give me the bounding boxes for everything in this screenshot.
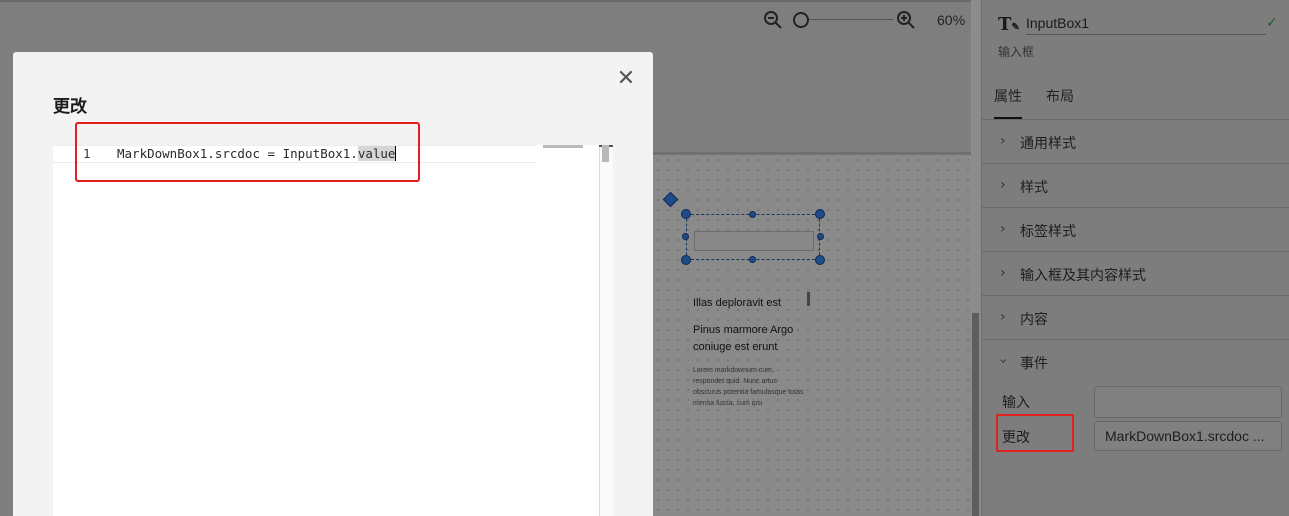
zoom-slider-knob[interactable] (793, 12, 809, 28)
editor-minimap[interactable] (543, 145, 583, 148)
event-input-label: 输入 (1002, 395, 1030, 411)
section-label: 内容 (1020, 312, 1048, 328)
markdown-heading-2: Pinus marmore Argo coniuge est erunt (693, 324, 794, 353)
section-label: 通用样式 (1020, 136, 1076, 152)
tab-properties[interactable]: 属性 (994, 86, 1022, 106)
zoom-in-icon[interactable] (896, 10, 916, 30)
close-icon[interactable]: ✕ (615, 68, 637, 90)
zoom-slider-track (807, 19, 893, 20)
property-panel: T✎ InputBox1 ✓ 输入框 属性 布局 › 通用样式 › 样式 › 标… (981, 0, 1289, 516)
resize-handle-left[interactable] (682, 233, 689, 240)
resize-handle-bottom-left[interactable] (681, 255, 691, 265)
resize-handle-top-right[interactable] (815, 209, 825, 219)
code-editor[interactable]: 1 MarkDownBox1.srcdoc = InputBox1.value (53, 145, 613, 516)
component-name-field[interactable]: InputBox1 (1026, 15, 1266, 35)
canvas-toolbar: 60% (0, 0, 981, 34)
annotation-highlight-box (75, 122, 420, 182)
markdown-heading-1: Illas deploravit est (693, 297, 782, 309)
section-label: 标签样式 (1020, 224, 1076, 240)
tab-layout[interactable]: 布局 (1046, 86, 1074, 106)
section-label-style[interactable]: › 标签样式 (982, 208, 1289, 252)
markdown-scrollbar[interactable] (807, 292, 810, 306)
canvas-scrollbar-thumb[interactable] (972, 313, 979, 516)
section-label: 输入框及其内容样式 (1020, 268, 1146, 284)
check-icon[interactable]: ✓ (1266, 15, 1278, 31)
chevron-down-icon: › (994, 358, 1011, 364)
dialog-title: 更改 (53, 97, 87, 117)
chevron-right-icon: › (1000, 221, 1006, 237)
markdown-preview[interactable]: Illas deploravit est Pinus marmore Argo … (686, 293, 812, 408)
chevron-right-icon: › (1000, 177, 1006, 193)
resize-handle-top[interactable] (749, 211, 756, 218)
canvas-scrollbar[interactable] (971, 0, 981, 516)
annotation-highlight-box (996, 414, 1074, 452)
section-label: 事件 (1020, 356, 1048, 372)
section-style[interactable]: › 样式 (982, 164, 1289, 208)
section-input-content-style[interactable]: › 输入框及其内容样式 (982, 252, 1289, 296)
markdown-paragraph: Lorem markdownum cum, respondet quid. Nu… (693, 367, 804, 407)
resize-handle-right[interactable] (817, 233, 824, 240)
component-type-label: 输入框 (998, 45, 1035, 59)
section-events[interactable]: › 事件 (982, 340, 1289, 384)
chevron-right-icon: › (1000, 133, 1006, 149)
zoom-level: 60% (937, 12, 966, 28)
chevron-right-icon: › (1000, 309, 1006, 325)
section-label: 样式 (1020, 180, 1048, 196)
event-input-field[interactable] (1094, 386, 1282, 418)
zoom-out-icon[interactable] (763, 10, 783, 30)
resize-handle-top-left[interactable] (681, 209, 691, 219)
editor-scrollbar-thumb[interactable] (602, 145, 609, 162)
input-box-preview (694, 231, 814, 251)
resize-handle-bottom-right[interactable] (815, 255, 825, 265)
event-change-field[interactable]: MarkDownBox1.srcdoc ... (1094, 421, 1282, 451)
resize-handle-bottom[interactable] (749, 256, 756, 263)
chevron-right-icon: › (1000, 265, 1006, 281)
text-input-icon: T✎ (998, 14, 1020, 35)
section-general-style[interactable]: › 通用样式 (982, 120, 1289, 164)
selected-input-component[interactable] (686, 214, 820, 260)
editor-scrollbar[interactable] (599, 145, 613, 516)
section-content[interactable]: › 内容 (982, 296, 1289, 340)
zoom-slider[interactable] (793, 12, 893, 28)
